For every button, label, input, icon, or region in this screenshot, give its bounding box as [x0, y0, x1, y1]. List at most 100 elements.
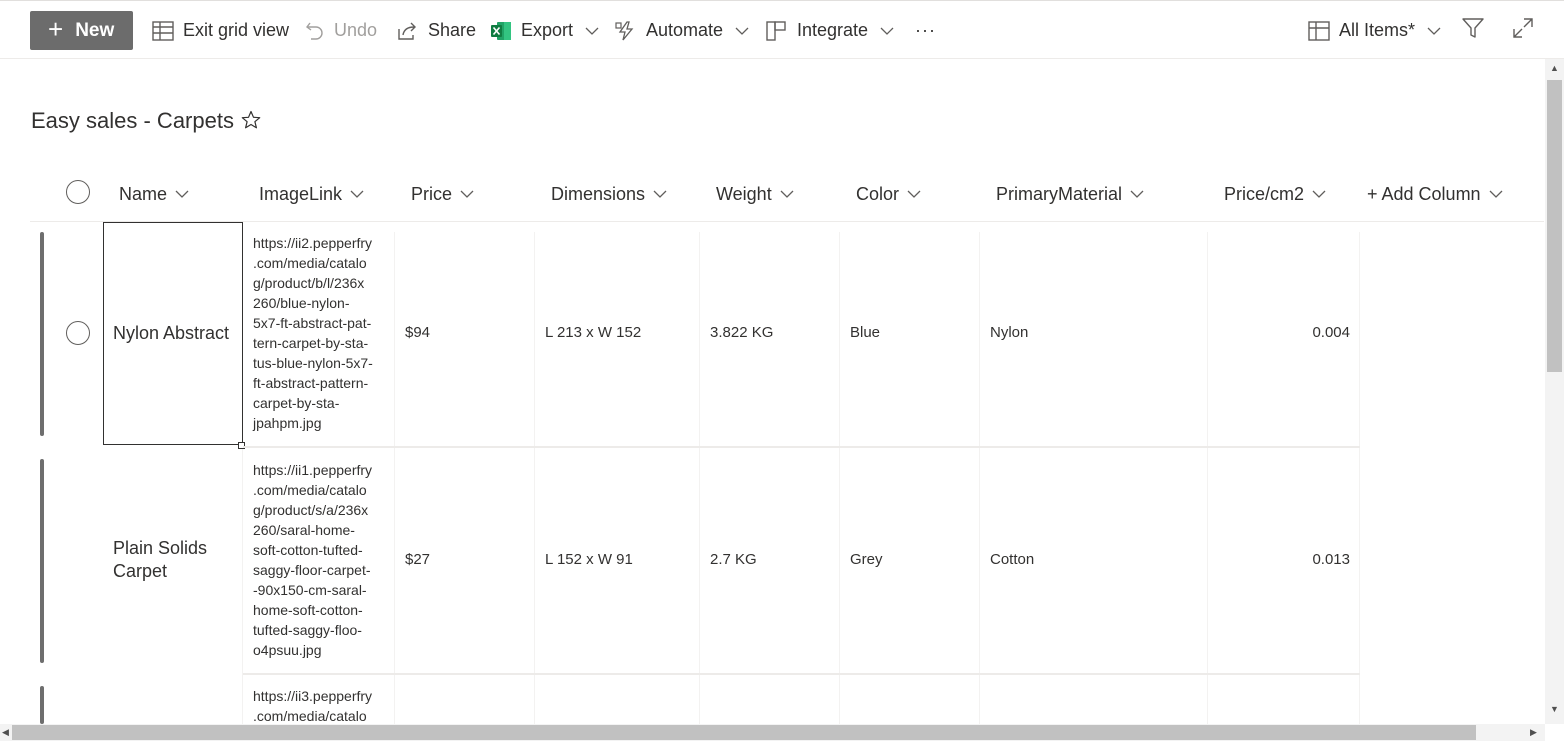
- filter-button[interactable]: [1462, 1, 1484, 60]
- chevron-down-icon: [460, 190, 474, 198]
- column-header-imagelink[interactable]: ImageLink: [259, 170, 364, 218]
- chevron-down-icon: [653, 190, 667, 198]
- row-select-radio[interactable]: [66, 321, 90, 345]
- cell-text-line: tern-carpet-by-sta-: [253, 335, 369, 351]
- column-header-label: Color: [856, 183, 900, 204]
- scroll-down-arrow-icon[interactable]: ▼: [1550, 705, 1559, 714]
- grid-icon: [152, 20, 174, 41]
- cell-text-line: 260/saral-home-: [253, 522, 355, 538]
- export-button[interactable]: Export: [490, 1, 599, 60]
- filter-icon: [1462, 17, 1484, 44]
- column-divider: [979, 232, 980, 724]
- column-divider: [1207, 232, 1208, 724]
- column-header-primarymaterial[interactable]: PrimaryMaterial: [996, 170, 1144, 218]
- chevron-down-icon: [735, 27, 749, 35]
- vertical-scroll-thumb[interactable]: [1547, 80, 1562, 372]
- cell-text-line: jpahpm.jpg: [253, 415, 322, 431]
- cell-imagelink[interactable]: https://ii2.pepperfry .com/media/catalo …: [253, 233, 393, 433]
- column-header-label: Name: [119, 183, 168, 204]
- view-selector[interactable]: All Items*: [1308, 1, 1441, 60]
- automate-icon: [615, 20, 637, 41]
- automate-button[interactable]: Automate: [615, 1, 749, 60]
- view-label: All Items*: [1339, 20, 1416, 40]
- scroll-up-arrow-icon[interactable]: ▲: [1550, 64, 1559, 73]
- cell-text-line: Carpet: [113, 561, 168, 581]
- undo-label: Undo: [334, 20, 378, 40]
- column-header-label: Weight: [716, 183, 772, 204]
- cell-text-line: https://ii3.pepperfry: [253, 688, 373, 704]
- cell-text-line: o4psuu.jpg: [253, 642, 322, 658]
- cell-text-line: home-soft-cotton-: [253, 602, 363, 618]
- cell-color[interactable]: Grey: [850, 551, 883, 568]
- expand-icon: [1512, 17, 1534, 44]
- cell-price[interactable]: $27: [405, 551, 430, 568]
- cell-imagelink[interactable]: https://ii1.pepperfry .com/media/catalo …: [253, 460, 393, 660]
- cell-primarymaterial[interactable]: Nylon: [990, 324, 1028, 341]
- cell-color[interactable]: Blue: [850, 324, 880, 341]
- cell-text-line: tufted-saggy-floo-: [253, 622, 362, 638]
- cell-text-line: soft-cotton-tufted-: [253, 542, 363, 558]
- column-header-label: Price: [411, 183, 453, 204]
- column-header-dimensions[interactable]: Dimensions: [551, 170, 667, 218]
- cell-primarymaterial[interactable]: Cotton: [990, 551, 1034, 568]
- command-bar: + New Exit grid view Undo Share Export A…: [0, 0, 1564, 59]
- cell-text-line: 260/blue-nylon-: [253, 295, 350, 311]
- cell-text-line: ft-abstract-pattern-: [253, 375, 369, 391]
- column-header-price-cm2[interactable]: Price/cm2: [1224, 170, 1326, 218]
- cell-name[interactable]: Plain Solids Carpet: [113, 537, 207, 583]
- cell-name[interactable]: Nylon Abstract: [113, 322, 229, 345]
- scroll-left-arrow-icon[interactable]: ◀: [2, 728, 9, 737]
- row-divider: [243, 446, 1360, 448]
- chevron-down-icon: [880, 27, 894, 35]
- share-button[interactable]: Share: [397, 1, 476, 60]
- column-header-name[interactable]: Name: [119, 170, 189, 218]
- row-divider: [243, 673, 1360, 675]
- more-icon: ···: [915, 20, 936, 40]
- cell-weight[interactable]: 3.822 KG: [710, 324, 773, 341]
- fullscreen-button[interactable]: [1512, 1, 1534, 60]
- chevron-down-icon: [1489, 190, 1503, 198]
- integrate-label: Integrate: [797, 20, 869, 40]
- cell-text-line: carpet-by-sta-: [253, 395, 340, 411]
- share-label: Share: [428, 20, 477, 40]
- undo-button[interactable]: Undo: [305, 1, 377, 60]
- chevron-down-icon: [1427, 27, 1441, 35]
- cell-text-line: https://ii2.pepperfry: [253, 235, 373, 251]
- chevron-down-icon: [350, 190, 364, 198]
- cell-text-line: .com/media/catalo: [253, 708, 367, 724]
- column-header-label: PrimaryMaterial: [996, 183, 1123, 204]
- cell-text-line: Plain Solids: [113, 538, 208, 558]
- add-column-button[interactable]: + Add Column: [1367, 170, 1503, 218]
- cell-dimensions[interactable]: L 213 x W 152: [545, 324, 641, 341]
- column-header-price[interactable]: Price: [411, 170, 474, 218]
- favorite-star-icon[interactable]: [241, 110, 261, 135]
- plus-icon: +: [48, 14, 64, 44]
- select-all-radio[interactable]: [66, 180, 90, 204]
- horizontal-scroll-thumb[interactable]: [12, 725, 1476, 740]
- row-indicator: [40, 459, 44, 663]
- share-icon: [397, 21, 419, 41]
- column-header-label: Dimensions: [551, 183, 646, 204]
- cell-weight[interactable]: 2.7 KG: [710, 551, 757, 568]
- chevron-down-icon: [780, 190, 794, 198]
- more-options-button[interactable]: ···: [915, 1, 936, 60]
- cell-price-cm2[interactable]: 0.013: [1220, 551, 1350, 568]
- chevron-down-icon: [585, 27, 599, 35]
- row-indicator: [40, 232, 44, 436]
- cell-price[interactable]: $94: [405, 324, 430, 341]
- column-header-color[interactable]: Color: [856, 170, 921, 218]
- list-view-icon: [1308, 20, 1330, 41]
- column-header-weight[interactable]: Weight: [716, 170, 794, 218]
- cell-text-line: g/product/b/l/236x: [253, 275, 365, 291]
- cell-imagelink[interactable]: https://ii3.pepperfry .com/media/catalo: [253, 686, 393, 726]
- cell-text-line: -90x150-cm-saral-: [253, 582, 367, 598]
- cell-price-cm2[interactable]: 0.004: [1220, 324, 1350, 341]
- cell-dimensions[interactable]: L 152 x W 91: [545, 551, 633, 568]
- new-button[interactable]: + New: [30, 11, 133, 50]
- integrate-button[interactable]: Integrate: [766, 1, 894, 60]
- exit-grid-view-button[interactable]: Exit grid view: [152, 1, 289, 60]
- exit-grid-view-label: Exit grid view: [183, 20, 290, 40]
- excel-icon: [490, 21, 512, 41]
- column-divider: [699, 232, 700, 724]
- scroll-right-arrow-icon[interactable]: ▶: [1530, 728, 1537, 737]
